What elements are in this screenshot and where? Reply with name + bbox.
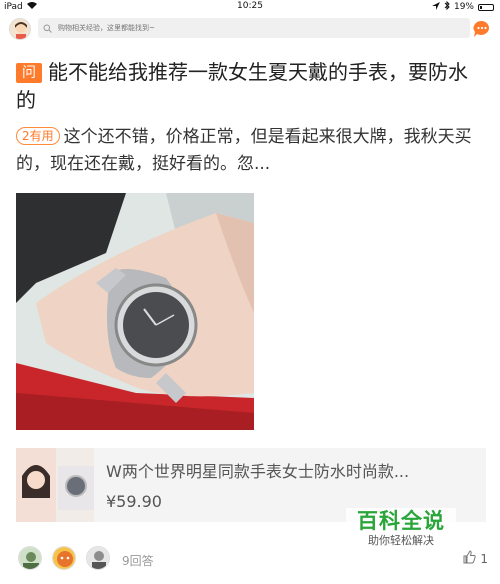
- avatar[interactable]: [9, 18, 31, 40]
- status-time: 10:25: [237, 1, 263, 11]
- bluetooth-icon: [444, 0, 450, 13]
- status-bar: iPad 10:25 19%: [0, 0, 500, 14]
- answer-count[interactable]: 9回答: [122, 552, 154, 569]
- search-input[interactable]: [56, 23, 450, 33]
- answer-footer: 9回答 1: [0, 540, 500, 584]
- top-bar: [0, 14, 500, 44]
- answer-text: 这个还不错，价格正常，但是看起来很大牌，我秋天买的，现在还在戴，挺好看的。忽..…: [16, 127, 472, 174]
- product-thumbnail: [16, 448, 94, 522]
- answer-excerpt[interactable]: 2有用 这个还不错，价格正常，但是看起来很大牌，我秋天买的，现在还在戴，挺好看的。…: [16, 124, 486, 178]
- location-icon: [431, 1, 440, 13]
- battery-icon: [478, 3, 494, 11]
- battery-percent: 19%: [453, 2, 474, 12]
- answer-photo[interactable]: [16, 193, 254, 430]
- search-icon: [38, 24, 56, 33]
- question-title[interactable]: 问能不能给我推荐一款女生夏天戴的手表，要防水的: [16, 58, 486, 114]
- product-price: ¥59.90: [106, 492, 162, 511]
- question-badge: 问: [16, 63, 42, 83]
- answerer-avatar[interactable]: [18, 546, 42, 570]
- message-icon[interactable]: [472, 19, 492, 39]
- product-title: W两个世界明星同款手表女士防水时尚款...: [106, 462, 410, 481]
- search-bar[interactable]: [38, 18, 470, 38]
- useful-badge: 2有用: [16, 127, 60, 145]
- answerer-avatar[interactable]: [86, 546, 110, 570]
- like-button[interactable]: 1: [462, 550, 488, 567]
- thumbs-up-icon: [462, 550, 477, 567]
- watermark-title: 百科全说: [357, 509, 445, 533]
- question-text: 能不能给我推荐一款女生夏天戴的手表，要防水的: [16, 60, 468, 112]
- like-count: 1: [480, 551, 488, 566]
- answerer-avatar[interactable]: [52, 546, 76, 570]
